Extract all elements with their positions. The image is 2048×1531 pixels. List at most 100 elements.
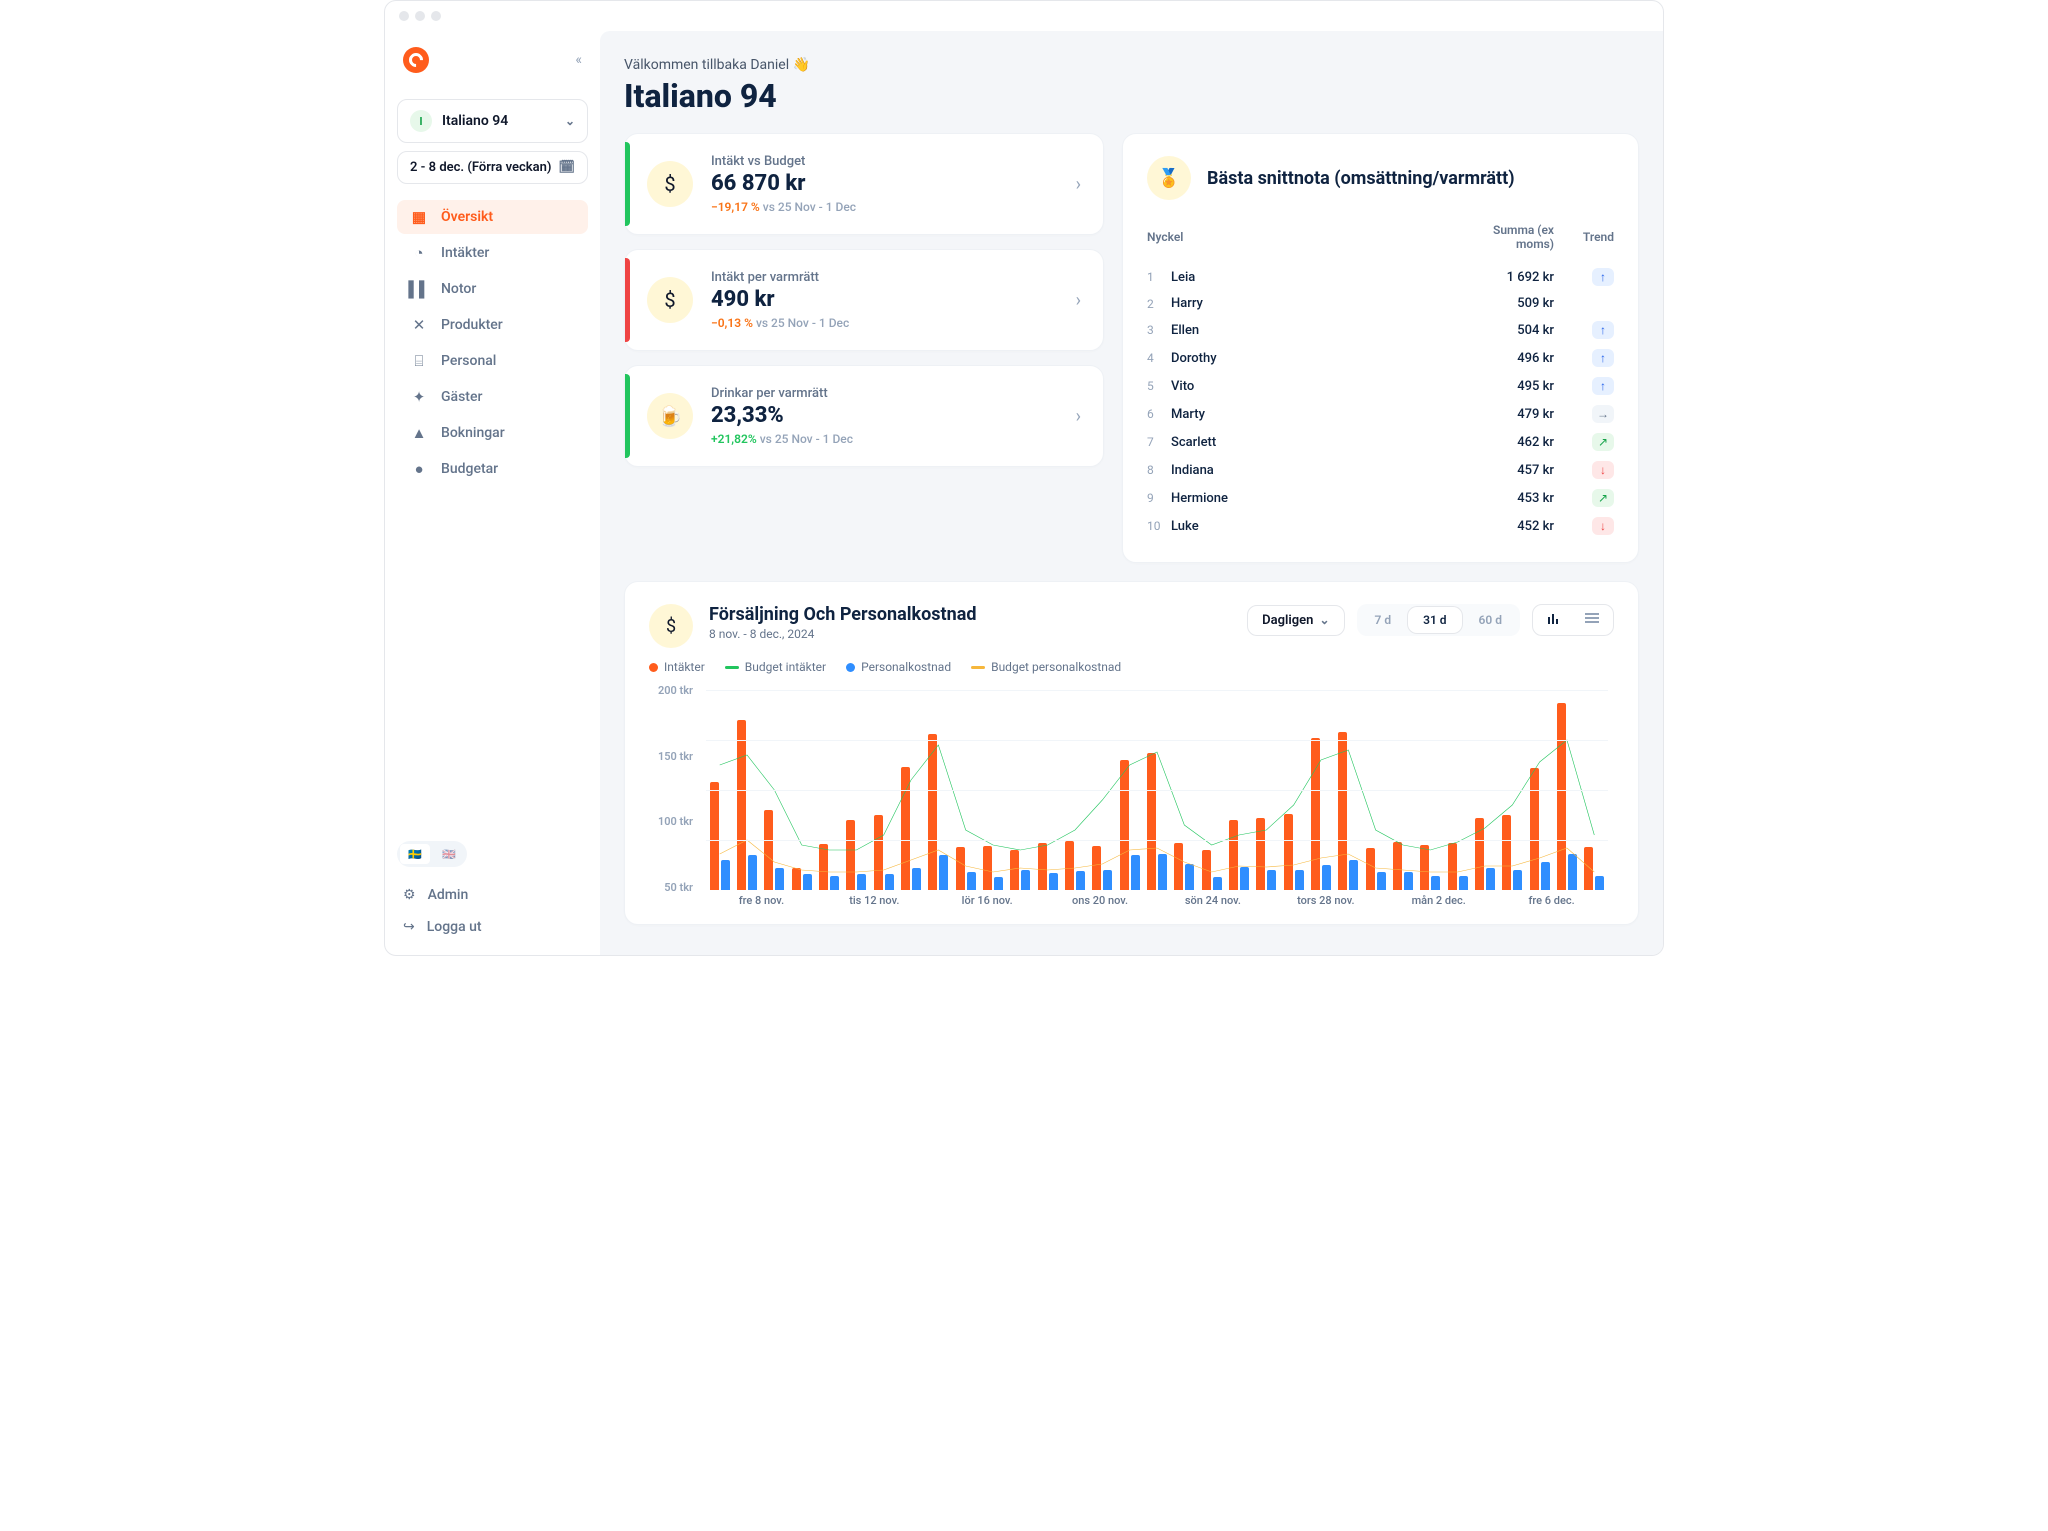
collapse-sidebar-icon[interactable]: « — [575, 52, 582, 68]
row-sum: 1 692 kr — [1454, 270, 1554, 285]
row-trend: ↑ — [1554, 377, 1614, 395]
nav-label: Intäkter — [441, 245, 489, 261]
kpi-card-1[interactable]: $ Intäkt per varmrätt 490 kr −0,13 %vs 2… — [624, 249, 1104, 351]
row-name: Marty — [1171, 407, 1454, 422]
nav-icon: ◔ — [411, 245, 427, 261]
app-window: « I Italiano 94 ⌄ 2 - 8 dec. (Förra veck… — [384, 0, 1664, 956]
x-tick: lör 16 nov. — [931, 894, 1044, 914]
kpi-value: 66 870 kr — [711, 171, 1058, 196]
range-31d[interactable]: 31 d — [1407, 606, 1462, 634]
chevron-right-icon: › — [1076, 174, 1081, 195]
bar-cost — [1185, 864, 1194, 890]
kpi-card-2[interactable]: 🍺 Drinkar per varmrätt 23,33% +21,82%vs … — [624, 365, 1104, 467]
welcome-text: Välkommen tillbaka Daniel 👋 — [624, 57, 1639, 73]
table-row[interactable]: 4 Dorothy 496 kr ↑ — [1147, 344, 1614, 372]
nav-label: Personal — [441, 353, 496, 369]
bar-cost — [912, 868, 921, 890]
row-sum: 457 kr — [1454, 463, 1554, 478]
table-row[interactable]: 9 Hermione 453 kr ↗ — [1147, 484, 1614, 512]
bar-revenue — [874, 815, 883, 890]
table-row[interactable]: 8 Indiana 457 kr ↓ — [1147, 456, 1614, 484]
bar-revenue — [983, 846, 992, 890]
best-avg-card: 🏅 Bästa snittnota (omsättning/varmrätt) … — [1122, 133, 1639, 563]
trend-upg-icon: ↗ — [1592, 489, 1614, 507]
chevron-right-icon: › — [1076, 406, 1081, 427]
kpi-icon: $ — [647, 277, 693, 323]
kpi-value: 490 kr — [711, 287, 1058, 312]
page-title: Italiano 94 — [624, 77, 1639, 115]
list-view-button[interactable] — [1573, 607, 1611, 633]
date-range-picker[interactable]: 2 - 8 dec. (Förra veckan) 🗓 — [397, 151, 588, 184]
bar-revenue — [1174, 843, 1183, 890]
trend-upg-icon: ↗ — [1592, 433, 1614, 451]
x-tick: tors 28 nov. — [1269, 894, 1382, 914]
chart-legend: Intäkter Budget intäkter Personalkostnad… — [649, 660, 1614, 674]
table-row[interactable]: 1 Leia 1 692 kr ↑ — [1147, 263, 1614, 291]
logout-link[interactable]: ↪ Logga ut — [397, 911, 588, 943]
bar-revenue — [1475, 818, 1484, 890]
x-tick: fre 8 nov. — [705, 894, 818, 914]
nav-item-notor[interactable]: ▌▌Notor — [397, 272, 588, 306]
table-title: Bästa snittnota (omsättning/varmrätt) — [1207, 168, 1515, 189]
row-sum: 479 kr — [1454, 407, 1554, 422]
kpi-value: 23,33% — [711, 403, 1058, 428]
table-row[interactable]: 6 Marty 479 kr → — [1147, 400, 1614, 428]
bar-revenue — [1284, 814, 1293, 890]
table-row[interactable]: 5 Vito 495 kr ↑ — [1147, 372, 1614, 400]
legend-rev: Intäkter — [664, 660, 705, 674]
nav-item-intäkter[interactable]: ◔ Intäkter — [397, 236, 588, 270]
range-7d[interactable]: 7 d — [1359, 606, 1408, 634]
admin-link[interactable]: ⚙ Admin — [397, 879, 588, 911]
bar-revenue — [1092, 846, 1101, 890]
row-name: Vito — [1171, 379, 1454, 394]
row-rank: 1 — [1147, 270, 1171, 284]
trophy-icon: 🏅 — [1147, 156, 1191, 200]
row-rank: 4 — [1147, 351, 1171, 365]
gear-icon: ⚙ — [403, 887, 416, 903]
org-selector[interactable]: I Italiano 94 ⌄ — [397, 99, 588, 143]
nav-icon: ▲ — [411, 425, 427, 441]
bar-cost — [1131, 855, 1140, 890]
bar-cost — [939, 855, 948, 890]
table-header: Nyckel Summa (ex moms) Trend — [1147, 218, 1614, 257]
row-rank: 3 — [1147, 323, 1171, 337]
bar-revenue — [1584, 847, 1593, 890]
nav-item-budgetar[interactable]: ●Budgetar — [397, 452, 588, 486]
frequency-dropdown[interactable]: Dagligen ⌄ — [1247, 605, 1344, 636]
nav-icon: ⌸ — [411, 353, 427, 369]
nav-icon: ▌▌ — [411, 281, 427, 297]
bar-cost — [1021, 870, 1030, 890]
x-tick: fre 6 dec. — [1495, 894, 1608, 914]
nav-item-bokningar[interactable]: ▲Bokningar — [397, 416, 588, 450]
nav-item-översikt[interactable]: ▦Översikt — [397, 200, 588, 234]
kpi-accent — [625, 142, 630, 226]
kpi-label: Drinkar per varmrätt — [711, 386, 1058, 401]
row-name: Scarlett — [1171, 435, 1454, 450]
nav-icon: ✦ — [411, 389, 427, 405]
x-tick: tis 12 nov. — [818, 894, 931, 914]
kpi-card-0[interactable]: $ Intäkt vs Budget 66 870 kr −19,17 %vs … — [624, 133, 1104, 235]
table-row[interactable]: 2 Harry 509 kr — [1147, 291, 1614, 316]
table-row[interactable]: 10 Luke 452 kr ↓ — [1147, 512, 1614, 540]
y-tick: 200 tkr — [649, 684, 701, 697]
range-60d[interactable]: 60 d — [1463, 606, 1518, 634]
chart-view-button[interactable] — [1535, 607, 1573, 633]
bar-cost — [830, 876, 839, 890]
flag-en-icon[interactable]: 🇬🇧 — [434, 844, 464, 864]
bar-revenue — [1010, 850, 1019, 890]
language-toggle[interactable]: 🇸🇪 🇬🇧 — [397, 841, 467, 867]
bar-revenue — [1393, 842, 1402, 890]
flag-se-icon[interactable]: 🇸🇪 — [400, 844, 430, 864]
bar-cost — [1459, 876, 1468, 890]
nav-label: Budgetar — [441, 461, 498, 477]
x-tick: mån 2 dec. — [1382, 894, 1495, 914]
nav-item-gäster[interactable]: ✦Gäster — [397, 380, 588, 414]
table-row[interactable]: 3 Ellen 504 kr ↑ — [1147, 316, 1614, 344]
nav-item-produkter[interactable]: ✕Produkter — [397, 308, 588, 342]
nav-icon: ✕ — [411, 317, 427, 333]
bar-revenue — [819, 844, 828, 890]
nav-item-personal[interactable]: ⌸ Personal — [397, 344, 588, 378]
chevron-right-icon: › — [1076, 290, 1081, 311]
row-name: Leia — [1171, 270, 1454, 285]
table-row[interactable]: 7 Scarlett 462 kr ↗ — [1147, 428, 1614, 456]
